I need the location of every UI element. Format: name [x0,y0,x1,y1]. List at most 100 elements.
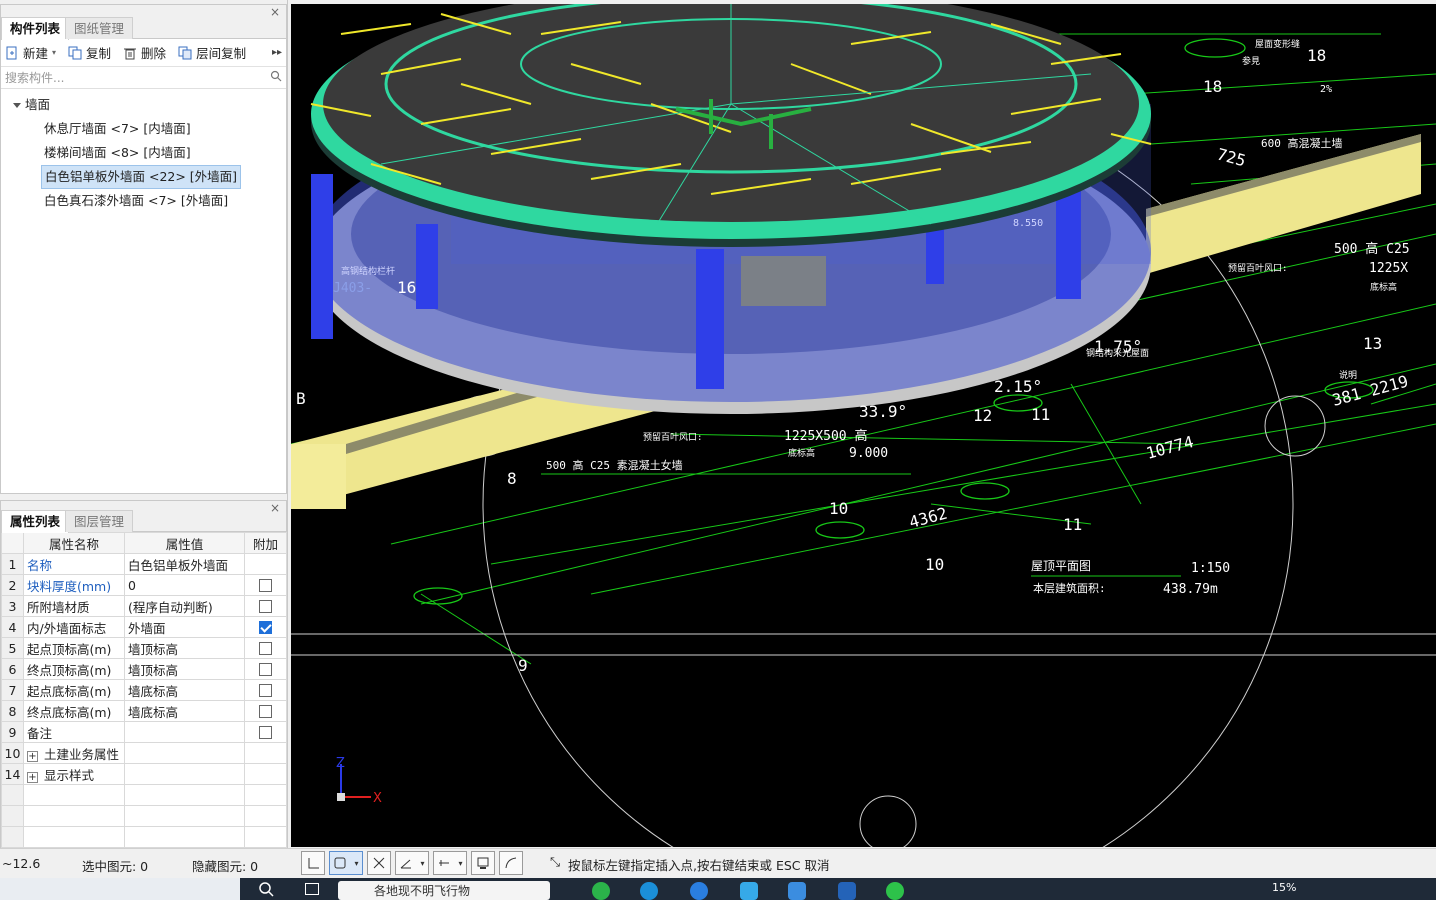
tree-item[interactable]: 休息厅墙面 <7> [内墙面] [1,117,286,141]
property-value[interactable]: 墙底标高 [124,679,245,701]
angle-snap-icon[interactable]: ▾ [395,851,429,875]
property-row[interactable]: 4 内/外墙面标志 外墙面 [1,616,287,638]
property-value[interactable] [124,763,245,785]
taskbar: 各地现不明飞行物 15% [0,878,1436,900]
wechat-icon[interactable] [886,882,904,900]
row-index: 5 [1,637,24,659]
header-extra: 附加 [244,532,287,554]
attach-checkbox[interactable] [259,599,272,613]
ie-icon[interactable] [690,882,708,900]
app-icon-t[interactable] [740,882,758,900]
3d-viewport[interactable]: 本层建筑面积: 438.79m 屋顶平面图 1:150 500 高 C25 素混… [291,4,1436,847]
empty-cell [1,805,24,827]
property-row[interactable]: 6 终点顶标高(m) 墙顶标高 [1,658,287,680]
search-icon[interactable] [270,70,282,85]
close-icon[interactable]: × [270,501,280,515]
attach-checkbox[interactable] [259,704,272,718]
app-icon-1[interactable] [592,882,610,900]
row-index: 6 [1,658,24,680]
property-row[interactable]: 5 起点顶标高(m) 墙顶标高 [1,637,287,659]
offset-icon[interactable]: ▾ [433,851,467,875]
search-icon[interactable] [258,881,274,900]
property-row[interactable]: 1 名称 白色铝单板外墙面 [1,553,287,575]
property-value[interactable] [124,721,245,743]
property-row[interactable]: 2 块料厚度(mm) 0 [1,574,287,596]
arc-icon[interactable] [499,851,523,875]
attach-checkbox[interactable] [259,578,272,592]
attach-checkbox[interactable] [259,641,272,655]
view-icon[interactable] [471,851,495,875]
tab-property-list[interactable]: 属性列表 [1,510,70,533]
expand-plus-icon[interactable]: + [27,771,38,783]
tree-node-wall-surface[interactable]: 墙面 [1,93,286,117]
tab-layer-management[interactable]: 图层管理 [65,510,134,532]
property-value[interactable]: 白色铝单板外墙面 [124,553,245,575]
property-table-header: 属性名称 属性值 附加 [1,532,287,554]
empty-cell [1,826,24,848]
height-600: 600 高混凝土墙 [1261,136,1343,150]
search-input[interactable]: 搜索构件... [5,69,270,86]
header-value: 属性值 [124,532,245,554]
cross-snap-icon[interactable] [367,851,391,875]
property-value[interactable]: 墙底标高 [124,700,245,722]
property-name: 块料厚度(mm) [23,574,125,596]
command-hint: 按鼠标左键指定插入点,按右键结束或 ESC 取消 [568,858,830,873]
delete-button-label: 删除 [141,46,167,61]
new-button[interactable]: 新建 ▾ [5,43,56,62]
property-value[interactable]: 外墙面 [124,616,245,638]
property-row[interactable]: 9 备注 [1,721,287,743]
property-value[interactable]: 0 [124,574,245,596]
property-row[interactable]: 3 所附墙材质 (程序自动判断) [1,595,287,617]
group-label: 土建业务属性 [44,746,120,762]
component-search[interactable]: 搜索构件... [1,67,286,89]
property-name: + 土建业务属性 [23,742,125,764]
property-value[interactable] [124,742,245,764]
property-row[interactable]: 10 + 土建业务属性 [1,742,287,764]
folder-icon[interactable] [788,882,806,900]
row-index: 7 [1,679,24,701]
edge-icon[interactable] [640,882,658,900]
empty-cell [23,784,125,806]
property-row[interactable]: 8 终点底标高(m) 墙底标高 [1,700,287,722]
property-name: 起点顶标高(m) [23,637,125,659]
more-tools-icon[interactable]: ▸▸ [272,47,282,58]
ref-label: 参見 [1242,55,1260,67]
slope-label: 2% [1320,84,1332,95]
close-icon[interactable]: × [270,5,280,19]
row-index: 4 [1,616,24,638]
app-icon-glodon[interactable] [838,882,856,900]
property-name: 名称 [23,553,125,575]
elev-label-2: 底标高 [1370,281,1397,293]
property-value[interactable]: (程序自动判断) [124,595,245,617]
tab-component-list[interactable]: 构件列表 [1,17,70,40]
group-label: 显示样式 [44,767,95,783]
tree-item[interactable]: 楼梯间墙面 <8> [内墙面] [1,141,286,165]
dropdown-arrow-icon[interactable]: ▾ [52,48,56,57]
attach-checkbox[interactable] [259,683,272,697]
expand-plus-icon[interactable]: + [27,750,38,762]
attach-checkbox[interactable] [259,662,272,676]
attach-checkbox[interactable] [259,725,272,739]
expand-caret-icon[interactable] [13,102,21,108]
attach-checkbox[interactable] [259,620,272,634]
tree-item[interactable]: 白色真石漆外墙面 <7> [外墙面] [1,189,286,213]
row-index: 10 [1,742,24,764]
axis-x-label: X [373,791,382,806]
cad-canvas[interactable]: 本层建筑面积: 438.79m 屋顶平面图 1:150 500 高 C25 素混… [291,4,1436,847]
snap-rect-icon[interactable]: ▾ [329,851,363,875]
tab-drawing-management[interactable]: 图纸管理 [65,17,134,39]
delete-button[interactable]: 删除 [123,43,166,62]
property-value[interactable]: 墙顶标高 [124,637,245,659]
property-row[interactable]: 14 + 显示样式 [1,763,287,785]
property-row[interactable]: 7 起点底标高(m) 墙底标高 [1,679,287,701]
taskbar-search[interactable]: 各地现不明飞行物 [338,881,550,900]
property-extra [244,595,287,617]
task-view-icon[interactable] [305,883,319,895]
tree-item-selected[interactable]: 白色铝单板外墙面 <22> [外墙面] [1,165,286,189]
property-value[interactable]: 墙顶标高 [124,658,245,680]
floor-copy-button[interactable]: 层间复制 [178,43,246,62]
copy-button[interactable]: 复制 [68,43,111,62]
num-16: 16 [397,278,416,297]
row-index: 9 [1,721,24,743]
ortho-icon[interactable] [301,851,325,875]
